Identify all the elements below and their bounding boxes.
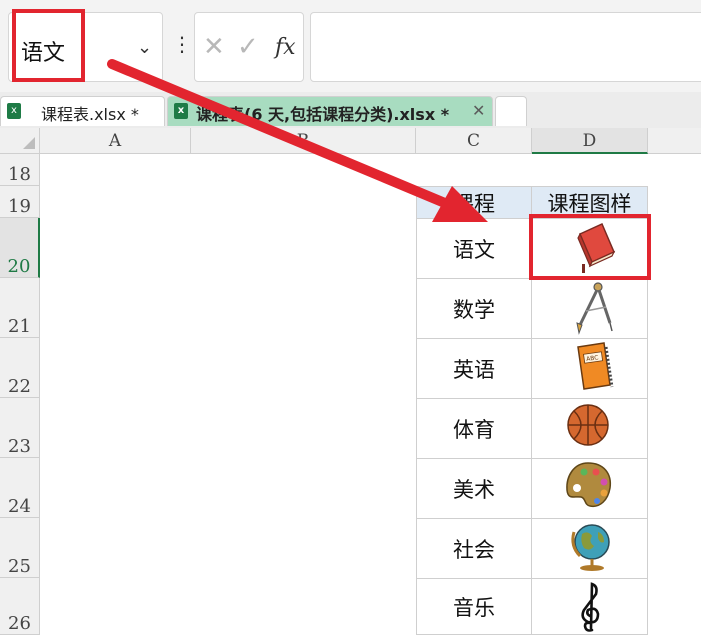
annotation-arrow <box>107 59 488 222</box>
